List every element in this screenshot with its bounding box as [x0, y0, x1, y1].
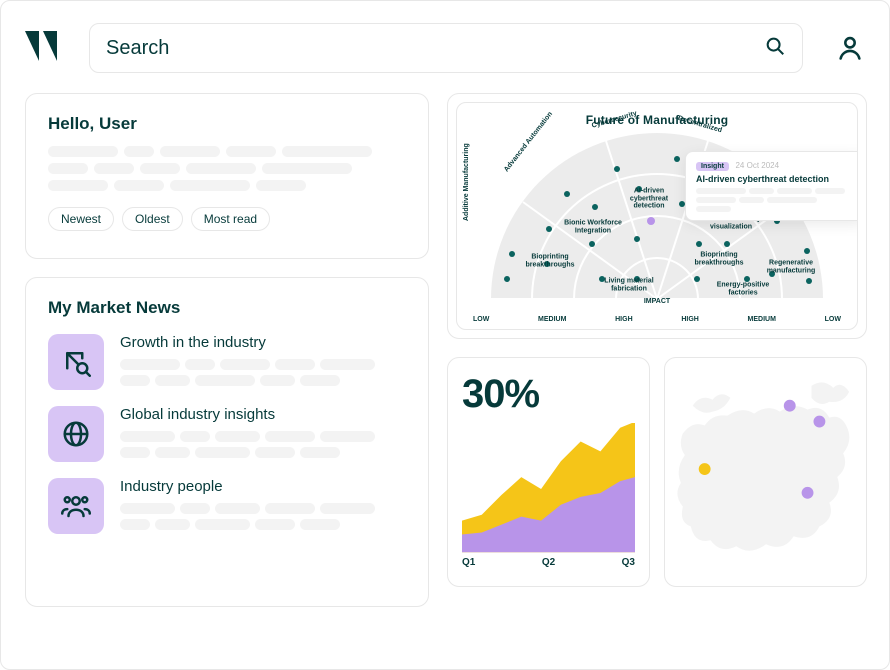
- map-europe: [673, 366, 858, 578]
- area-chart: [462, 423, 635, 553]
- market-news-title: My Market News: [48, 298, 406, 318]
- filter-oldest[interactable]: Oldest: [122, 207, 183, 231]
- tooltip-date: 24 Oct 2024: [735, 161, 779, 170]
- globe-icon: [48, 406, 104, 462]
- radar-sector: Additive Manufacturing: [463, 143, 470, 221]
- news-item-title: Industry people: [120, 478, 406, 495]
- radar-node: Living material fabrication: [599, 277, 659, 292]
- map-pin-icon: [802, 487, 814, 499]
- radar-node: Regenerative manufacturing: [761, 259, 821, 274]
- news-item-skeleton: [120, 431, 406, 458]
- search-input[interactable]: [106, 37, 764, 60]
- metric-card[interactable]: 30% Q1 Q2 Q3: [447, 357, 650, 587]
- radar-node: Bioprinting breakthroughs: [689, 251, 749, 266]
- radar-impact-label: IMPACT: [644, 298, 670, 305]
- greeting-title: Hello, User: [48, 114, 406, 134]
- filter-most-read[interactable]: Most read: [191, 207, 270, 231]
- radar-axis: LOWMEDIUM HIGHHIGH MEDIUMLOW: [471, 316, 843, 323]
- search-icon[interactable]: [764, 35, 786, 62]
- tooltip-title: AI-driven cyberthreat detection: [696, 174, 854, 184]
- user-icon[interactable]: [835, 33, 865, 63]
- radar-node: Bionic Workforce Integration: [563, 219, 623, 234]
- news-item-skeleton: [120, 503, 406, 530]
- map-card[interactable]: [664, 357, 867, 587]
- market-news-card: My Market News Growth in the industry: [25, 277, 429, 607]
- map-pin-icon: [813, 416, 825, 428]
- news-item[interactable]: Growth in the industry: [48, 334, 406, 390]
- radar-node: Bioprinting breakthroughs: [520, 253, 580, 268]
- news-item-title: Growth in the industry: [120, 334, 406, 351]
- greeting-skeleton: [48, 146, 406, 191]
- map-pin-icon: [784, 400, 796, 412]
- filter-newest[interactable]: Newest: [48, 207, 114, 231]
- brand-logo: [25, 31, 67, 65]
- radar-node: AI-driven cyberthreat detection: [619, 187, 679, 210]
- radar-tooltip: Insight 24 Oct 2024 AI-driven cyberthrea…: [685, 151, 858, 221]
- news-item-skeleton: [120, 359, 406, 386]
- people-icon: [48, 478, 104, 534]
- radar-title: Future of Manufacturing: [471, 113, 843, 127]
- map-pin-icon: [699, 463, 711, 475]
- news-item-title: Global industry insights: [120, 406, 406, 423]
- news-item[interactable]: Global industry insights: [48, 406, 406, 462]
- chart-xaxis: Q1 Q2 Q3: [462, 557, 635, 568]
- radar-node: Energy-positive factories: [713, 281, 773, 296]
- tooltip-badge: Insight: [696, 162, 729, 171]
- news-item[interactable]: Industry people: [48, 478, 406, 534]
- search-bar[interactable]: [89, 23, 803, 73]
- greeting-card: Hello, User Newest Oldest Most read: [25, 93, 429, 259]
- analytics-icon: [48, 334, 104, 390]
- radar-card[interactable]: Future of Manufacturing: [447, 93, 867, 339]
- metric-value: 30%: [462, 372, 635, 417]
